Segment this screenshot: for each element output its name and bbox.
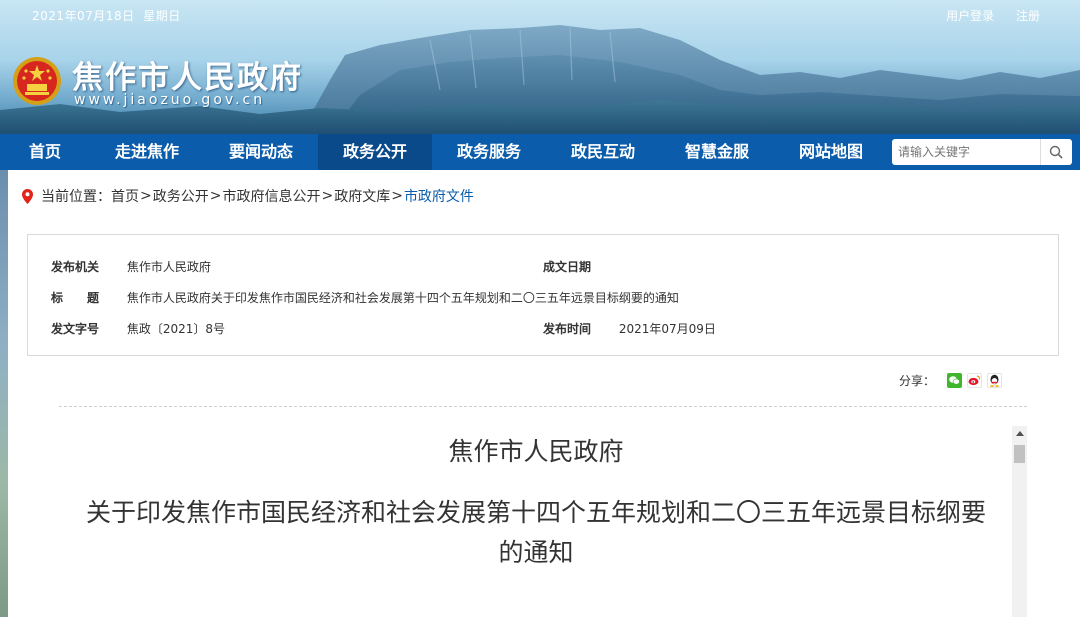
search-button[interactable]	[1040, 139, 1070, 165]
share-bar: 分享：	[899, 372, 1003, 389]
nav-item-smart-finance[interactable]: 智慧金服	[660, 134, 774, 170]
title-label: 标 题	[51, 291, 100, 305]
nav-item-news[interactable]: 要闻动态	[204, 134, 318, 170]
title-value: 焦作市人民政府关于印发焦作市国民经济和社会发展第十四个五年规划和二〇三五年远景目…	[126, 291, 679, 305]
document-info-box: 发布机关 焦作市人民政府 成文日期 标 题 焦作市人民政府关于印发焦作市国民经济…	[27, 234, 1059, 356]
location-pin-icon	[22, 188, 33, 204]
nav-item-gov-affairs[interactable]: 政务公开	[318, 134, 432, 170]
main-nav: 首页 走进焦作 要闻动态 政务公开 政务服务 政民互动 智慧金服 网站地图	[0, 134, 1080, 170]
header-banner: 2021年07月18日 星期日 用户登录 注册 焦作市人民政府 www.jiao…	[0, 0, 1080, 134]
breadcrumb-separator: >	[140, 188, 152, 204]
date-text: 2021年07月18日	[32, 9, 135, 23]
date-row: 成文日期	[543, 258, 619, 275]
national-emblem-icon	[13, 57, 61, 105]
nav-item-home[interactable]: 首页	[0, 134, 90, 170]
pubdate-value: 2021年07月09日	[618, 322, 716, 336]
nav-item-sitemap[interactable]: 网站地图	[774, 134, 888, 170]
docno-label: 发文字号	[51, 322, 100, 336]
pubdate-row: 发布时间 2021年07月09日	[543, 320, 716, 337]
breadcrumb-current[interactable]: 市政府文件	[404, 186, 474, 206]
search-input[interactable]	[892, 140, 1040, 164]
weibo-icon[interactable]	[967, 373, 983, 388]
breadcrumb-prefix: 当前位置：	[41, 189, 111, 205]
docno-value: 焦政〔2021〕8号	[126, 322, 226, 336]
left-decorative-strip	[0, 170, 8, 617]
breadcrumb-separator: >	[321, 188, 334, 204]
breadcrumb-info-disclosure[interactable]: 市政府信息公开	[222, 186, 320, 206]
breadcrumb-gov-affairs[interactable]: 政务公开	[153, 186, 209, 206]
scroll-up-button[interactable]	[1012, 426, 1027, 440]
register-link[interactable]: 注册	[1016, 9, 1040, 23]
docno-row: 发文字号 焦政〔2021〕8号	[51, 320, 225, 337]
issuer-label: 发布机关	[51, 260, 100, 274]
document-title: 关于印发焦作市国民经济和社会发展第十四个五年规划和二〇三五年远景目标纲要 的通知	[55, 493, 1017, 573]
breadcrumb-home[interactable]: 首页	[111, 186, 139, 206]
topbar-links: 用户登录 注册	[928, 7, 1040, 24]
site-url: www.jiaozuo.gov.cn	[74, 92, 266, 108]
wechat-icon[interactable]	[947, 373, 963, 388]
share-label: 分享：	[899, 374, 936, 388]
arrow-up-icon	[1015, 430, 1024, 436]
content-divider	[59, 406, 1027, 407]
qq-icon[interactable]	[987, 373, 1003, 388]
document-title-line-1: 关于印发焦作市国民经济和社会发展第十四个五年规划和二〇三五年远景目标纲要	[85, 498, 986, 527]
site-name[interactable]: 焦作市人民政府	[72, 52, 303, 97]
breadcrumb: 当前位置： 首页 > 政务公开 > 市政府信息公开 > 政府文库 > 市政府文件	[22, 186, 474, 206]
document-issuer-heading: 焦作市人民政府	[448, 437, 624, 466]
scrollbar-thumb[interactable]	[1014, 445, 1025, 463]
weekday-text: 星期日	[143, 9, 181, 23]
search-icon	[1049, 145, 1063, 159]
issuer-row: 发布机关 焦作市人民政府	[51, 258, 211, 275]
nav-item-interaction[interactable]: 政民互动	[546, 134, 660, 170]
title-row: 标 题 焦作市人民政府关于印发焦作市国民经济和社会发展第十四个五年规划和二〇三五…	[51, 289, 679, 306]
pubdate-label: 发布时间	[543, 322, 592, 336]
breadcrumb-separator: >	[391, 188, 403, 204]
login-link[interactable]: 用户登录	[946, 9, 994, 23]
search-box	[892, 139, 1072, 165]
issuer-value: 焦作市人民政府	[126, 260, 211, 274]
breadcrumb-gov-library[interactable]: 政府文库	[334, 186, 390, 206]
nav-item-explore[interactable]: 走进焦作	[90, 134, 204, 170]
document-title-line-2: 的通知	[498, 538, 574, 567]
topbar-date: 2021年07月18日 星期日	[32, 7, 181, 24]
breadcrumb-separator: >	[209, 188, 222, 204]
nav-item-gov-services[interactable]: 政务服务	[432, 134, 546, 170]
written-date-label: 成文日期	[543, 260, 592, 274]
document-scrollbar[interactable]	[1012, 426, 1027, 617]
